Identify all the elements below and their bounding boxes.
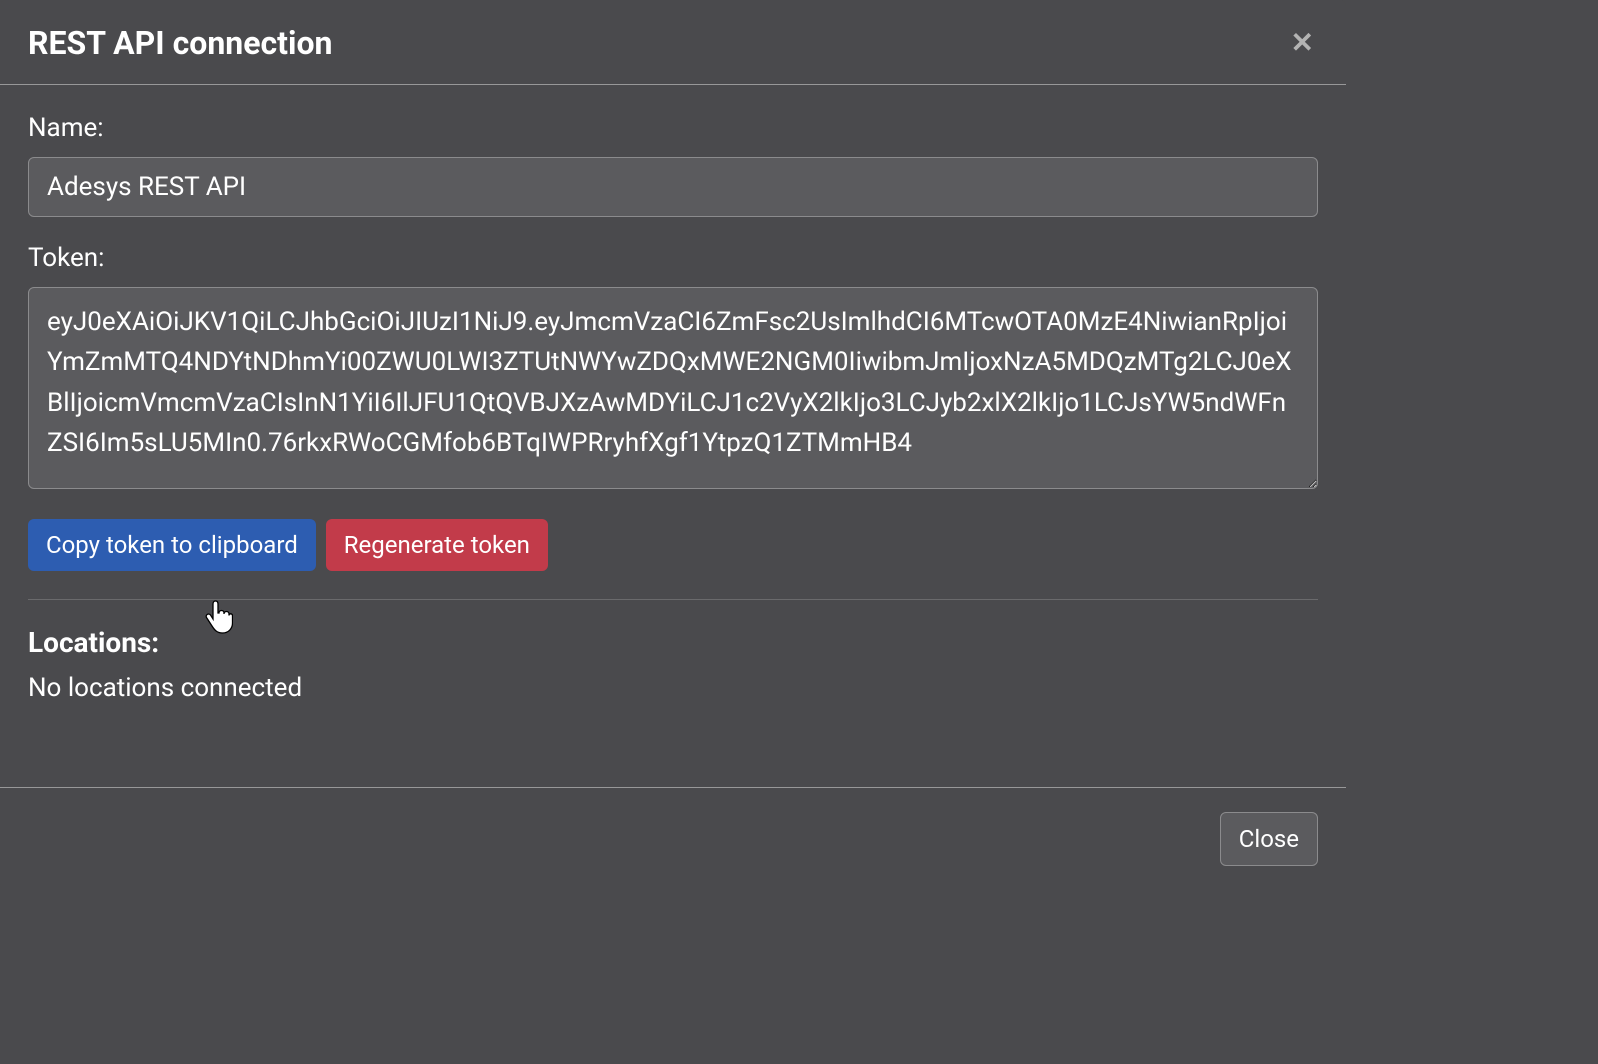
token-button-row: Copy token to clipboard Regenerate token xyxy=(28,519,1318,600)
rest-api-connection-dialog: REST API connection ✕ Name: Token: eyJ0e… xyxy=(0,0,1346,890)
regenerate-token-button[interactable]: Regenerate token xyxy=(326,519,548,571)
close-icon[interactable]: ✕ xyxy=(1287,29,1318,57)
close-button[interactable]: Close xyxy=(1220,812,1318,866)
dialog-title: REST API connection xyxy=(28,24,332,62)
locations-empty-text: No locations connected xyxy=(28,673,1318,703)
token-label: Token: xyxy=(28,243,1318,273)
dialog-footer: Close xyxy=(0,787,1346,890)
name-input[interactable] xyxy=(28,157,1318,217)
name-label: Name: xyxy=(28,113,1318,143)
dialog-header: REST API connection ✕ xyxy=(0,0,1346,85)
token-textarea[interactable]: eyJ0eXAiOiJKV1QiLCJhbGciOiJIUzI1NiJ9.eyJ… xyxy=(28,287,1318,489)
dialog-body: Name: Token: eyJ0eXAiOiJKV1QiLCJhbGciOiJ… xyxy=(0,85,1346,787)
locations-heading: Locations: xyxy=(28,626,1318,659)
copy-token-button[interactable]: Copy token to clipboard xyxy=(28,519,316,571)
